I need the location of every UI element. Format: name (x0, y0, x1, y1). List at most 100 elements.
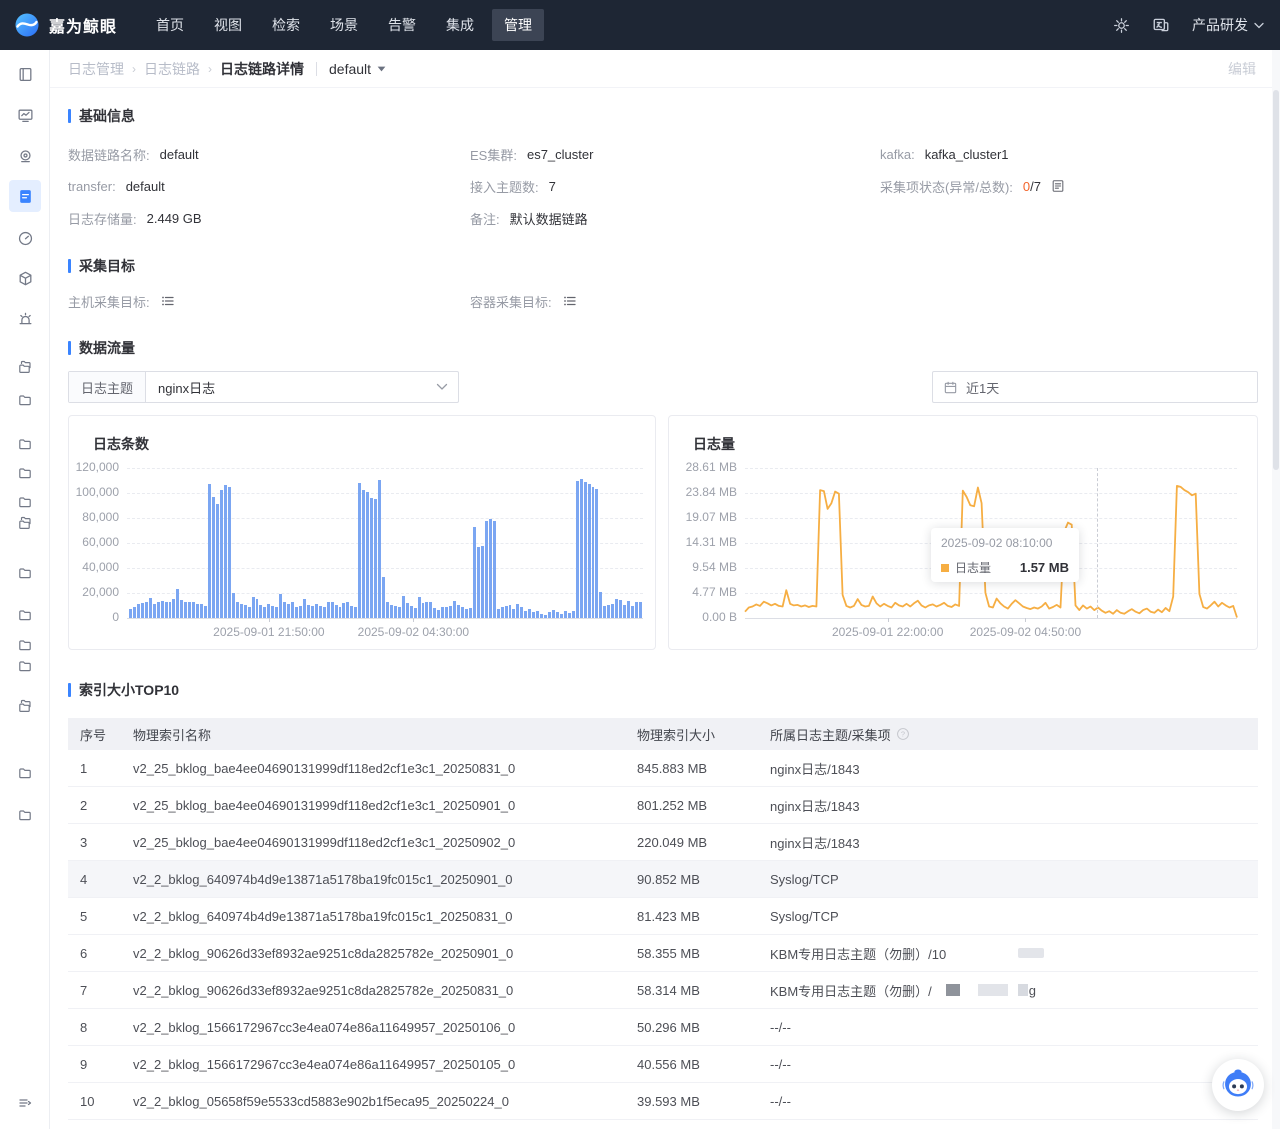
bar (322, 607, 326, 618)
app-window: 嘉为鲸眼 首页 视图 检索 场景 告警 集成 管理 产品研发 日志管理 › 日志… (0, 0, 1280, 1129)
info-field: 接入主题数: 7 (470, 170, 880, 202)
topic-tail: g (1028, 982, 1037, 998)
log-topic-select[interactable]: 日志主题 nginx日志 (68, 371, 459, 403)
sidebar-item-folders-icon[interactable] (9, 351, 41, 383)
field-label: 日志存储量: (68, 211, 137, 227)
cell-index-name: v2_2_bklog_05658f59e5533cd5883e902b1f5ec… (133, 1093, 509, 1109)
bar (219, 489, 223, 618)
redacted-area (945, 984, 960, 996)
link-selector[interactable]: default (329, 61, 386, 77)
bar (298, 606, 302, 618)
bar (164, 601, 168, 618)
x-axis-label: 2025-09-01 22:00:00 (831, 625, 944, 639)
bar (180, 599, 184, 618)
chevron-down-icon (1254, 22, 1264, 28)
field-value: 7 (548, 178, 556, 194)
nav-item-5[interactable]: 告警 (376, 9, 428, 41)
cell-index-size: 81.423 MB (637, 908, 700, 924)
user-dropdown[interactable]: 产品研发 (1192, 15, 1264, 35)
log-topic-select-value: nginx日志 (158, 380, 216, 396)
cell-topic: --/-- (770, 1094, 1258, 1109)
y-axis-label: 19.07 MB (685, 510, 737, 524)
cell-no: 5 (80, 908, 88, 924)
info-field: 采集项状态(异常/总数): 0/7 (880, 170, 1258, 202)
nav-item-2[interactable]: 视图 (202, 9, 254, 41)
y-axis-label: 100,000 (75, 485, 119, 499)
settings-gear-icon[interactable] (1113, 17, 1130, 34)
table-row: 1 v2_25_bklog_bae4ee04690131999df118ed2cf… (68, 750, 1258, 787)
bar (583, 482, 587, 618)
bar (405, 603, 409, 618)
axis-tick (1025, 618, 1027, 622)
container-target-list-icon[interactable] (562, 293, 578, 309)
col-index-name: 物理索引名称 (133, 727, 212, 743)
sidebar-item-alarm-icon[interactable] (9, 302, 41, 334)
table-row: 5 v2_2_bklog_640974b4d9e13871a5178ba19fc0… (68, 898, 1258, 935)
host-target-list-icon[interactable] (160, 293, 176, 309)
topic-text: Syslog/TCP (770, 871, 839, 887)
sidebar-item-folder-icon[interactable] (9, 799, 41, 831)
cell-topic: Syslog/TCP (770, 909, 1258, 924)
assistant-robot-button[interactable] (1212, 1059, 1264, 1111)
bar (196, 604, 200, 618)
language-icon[interactable] (1152, 16, 1170, 34)
sidebar-item-folders-icon[interactable] (9, 507, 41, 539)
nav-item-1[interactable]: 首页 (144, 9, 196, 41)
bar (508, 604, 512, 618)
topic-text: nginx日志/1843 (770, 761, 860, 777)
sidebar-item-document-icon[interactable] (9, 180, 41, 212)
topic-text: --/-- (770, 1056, 791, 1072)
scrollbar-thumb[interactable] (1273, 90, 1279, 470)
nav-item-7[interactable]: 管理 (492, 9, 544, 41)
sidebar-item-monitor-icon[interactable] (9, 99, 41, 131)
bar (374, 498, 378, 618)
nav-item-6[interactable]: 集成 (434, 9, 486, 41)
cell-no: 4 (80, 871, 88, 887)
bar (318, 606, 322, 618)
help-icon[interactable]: ? (896, 727, 910, 741)
brand-name: 嘉为鲸眼 (49, 19, 118, 36)
bar (551, 609, 555, 618)
sidebar-item-folder-icon[interactable] (9, 599, 41, 631)
bar (287, 604, 291, 618)
bar (389, 604, 393, 618)
sidebar-item-folder-icon[interactable] (9, 650, 41, 682)
sidebar-item-gauge-icon[interactable] (9, 222, 41, 254)
sidebar-item-folder-icon[interactable] (9, 384, 41, 416)
collect-status-detail-icon[interactable] (1051, 179, 1065, 193)
sidebar-item-book-icon[interactable] (9, 58, 41, 90)
bar (555, 612, 559, 618)
cell-topic: KBM专用日志主题（勿删）/ g (770, 981, 1258, 1000)
bar (358, 483, 362, 618)
bar (623, 604, 627, 618)
time-range-picker[interactable]: 近1天 (932, 371, 1258, 403)
y-axis-label: 4.77 MB (692, 585, 737, 599)
bar (437, 609, 441, 618)
sidebar-item-folder-icon[interactable] (9, 557, 41, 589)
edit-button[interactable]: 编辑 (1228, 59, 1256, 79)
bar (413, 608, 417, 618)
sidebar-item-folder-icon[interactable] (9, 457, 41, 489)
sidebar-item-camera-icon[interactable] (9, 140, 41, 172)
chevron-down-icon (436, 383, 458, 391)
nav-item-4[interactable]: 场景 (318, 9, 370, 41)
sidebar-item-cube-icon[interactable] (9, 262, 41, 294)
bar (461, 607, 465, 618)
field-label: 接入主题数: (470, 179, 539, 195)
sidebar-item-folders-icon[interactable] (9, 690, 41, 722)
nav-item-3[interactable]: 检索 (260, 9, 312, 41)
section-data-flow: 数据流量 日志主题 nginx日志 近1天 日志条数 120,000 100,0… (68, 338, 1258, 650)
sidebar-item-folder-icon[interactable] (9, 428, 41, 460)
bar (366, 492, 370, 618)
host-target-label: 主机采集目标: (68, 294, 150, 310)
breadcrumb-link-log-management[interactable]: 日志管理 (68, 59, 124, 79)
bar (184, 601, 188, 618)
bar (140, 603, 144, 618)
breadcrumb-link-log-link[interactable]: 日志链路 (144, 59, 200, 79)
bar (603, 606, 607, 618)
sidebar-item-folder-icon[interactable] (9, 757, 41, 789)
collapse-sidebar-icon[interactable] (9, 1087, 41, 1119)
cell-topic: nginx日志/1843 (770, 759, 1258, 778)
bar (425, 601, 429, 618)
bar (579, 479, 583, 618)
